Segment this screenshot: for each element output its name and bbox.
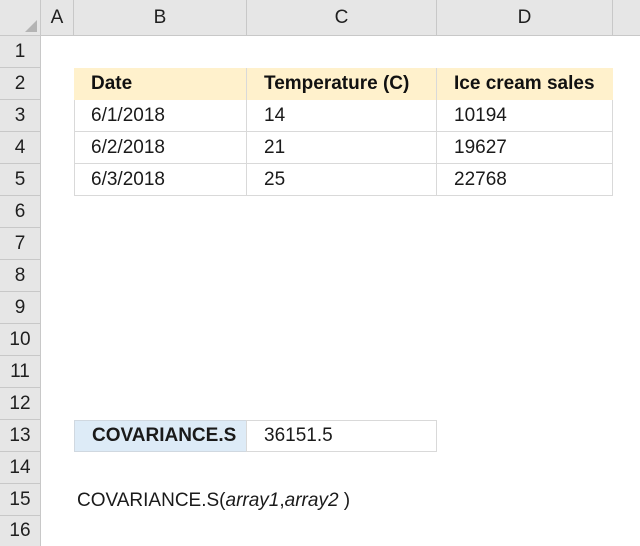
column-header-a[interactable]: A [41, 0, 74, 36]
column-header-d[interactable]: D [437, 0, 613, 36]
row-header-9[interactable]: 9 [0, 292, 41, 324]
row-header-10[interactable]: 10 [0, 324, 41, 356]
table-cell-temperature[interactable]: 21 [247, 132, 437, 164]
row-header-14[interactable]: 14 [0, 452, 41, 484]
syntax-close: ) [338, 490, 351, 511]
table-border [74, 100, 75, 196]
syntax-function-name: COVARIANCE.S( [77, 490, 226, 511]
column-header-c[interactable]: C [247, 0, 437, 36]
table-cell-sales[interactable]: 22768 [437, 164, 613, 196]
table-cell-sales[interactable]: 19627 [437, 132, 613, 164]
table-cell-temperature[interactable]: 25 [247, 164, 437, 196]
row-header-12[interactable]: 12 [0, 388, 41, 420]
syntax-arg-array2: array2 [284, 490, 339, 511]
table-header-temperature[interactable]: Temperature (C) [247, 68, 437, 100]
row-header-6[interactable]: 6 [0, 196, 41, 228]
row-header-15[interactable]: 15 [0, 484, 41, 516]
table-cell-date[interactable]: 6/1/2018 [74, 100, 247, 132]
select-all-triangle-icon [25, 20, 37, 32]
row-header-1[interactable]: 1 [0, 36, 41, 68]
table-border [436, 68, 437, 196]
syntax-arg-array1: array1 [225, 490, 280, 511]
table-border [612, 100, 613, 196]
function-syntax[interactable]: COVARIANCE.S(array1,array2 ) [77, 490, 350, 512]
table-border [246, 68, 247, 196]
column-header-e-partial[interactable] [613, 0, 640, 36]
row-header-16[interactable]: 16 [0, 516, 41, 546]
table-cell-sales[interactable]: 10194 [437, 100, 613, 132]
table-header-sales[interactable]: Ice cream sales [437, 68, 613, 100]
row-header-3[interactable]: 3 [0, 100, 41, 132]
table-cell-temperature[interactable]: 14 [247, 100, 437, 132]
row-header-11[interactable]: 11 [0, 356, 41, 388]
select-all-corner[interactable] [0, 0, 41, 36]
table-cell-date[interactable]: 6/3/2018 [74, 164, 247, 196]
row-header-8[interactable]: 8 [0, 260, 41, 292]
row-header-5[interactable]: 5 [0, 164, 41, 196]
row-header-2[interactable]: 2 [0, 68, 41, 100]
covariance-label-cell[interactable]: COVARIANCE.S [74, 420, 247, 452]
row-header-4[interactable]: 4 [0, 132, 41, 164]
row-header-7[interactable]: 7 [0, 228, 41, 260]
covariance-value-cell[interactable]: 36151.5 [246, 420, 437, 452]
table-cell-date[interactable]: 6/2/2018 [74, 132, 247, 164]
row-header-13[interactable]: 13 [0, 420, 41, 452]
column-header-b[interactable]: B [74, 0, 247, 36]
table-header-date[interactable]: Date [74, 68, 247, 100]
